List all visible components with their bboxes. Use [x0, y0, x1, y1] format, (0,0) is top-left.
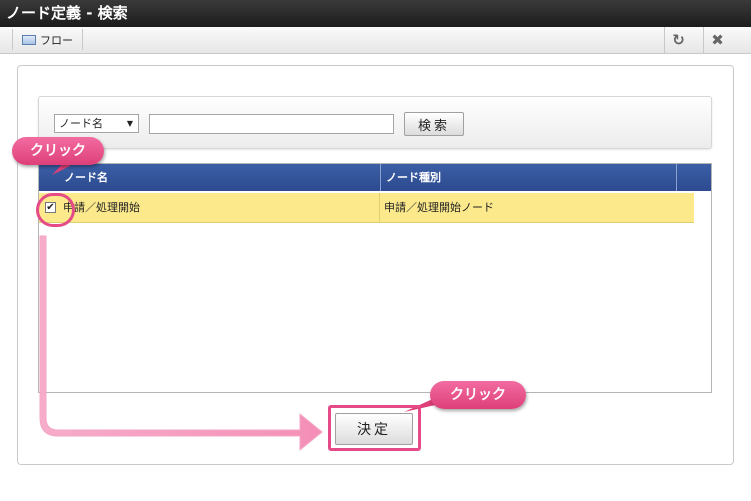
callout-click-checkbox: クリック — [12, 137, 104, 165]
ok-button-highlight — [328, 405, 421, 451]
checkbox-highlight — [36, 193, 75, 227]
callout-click-ok: クリック — [430, 381, 526, 409]
